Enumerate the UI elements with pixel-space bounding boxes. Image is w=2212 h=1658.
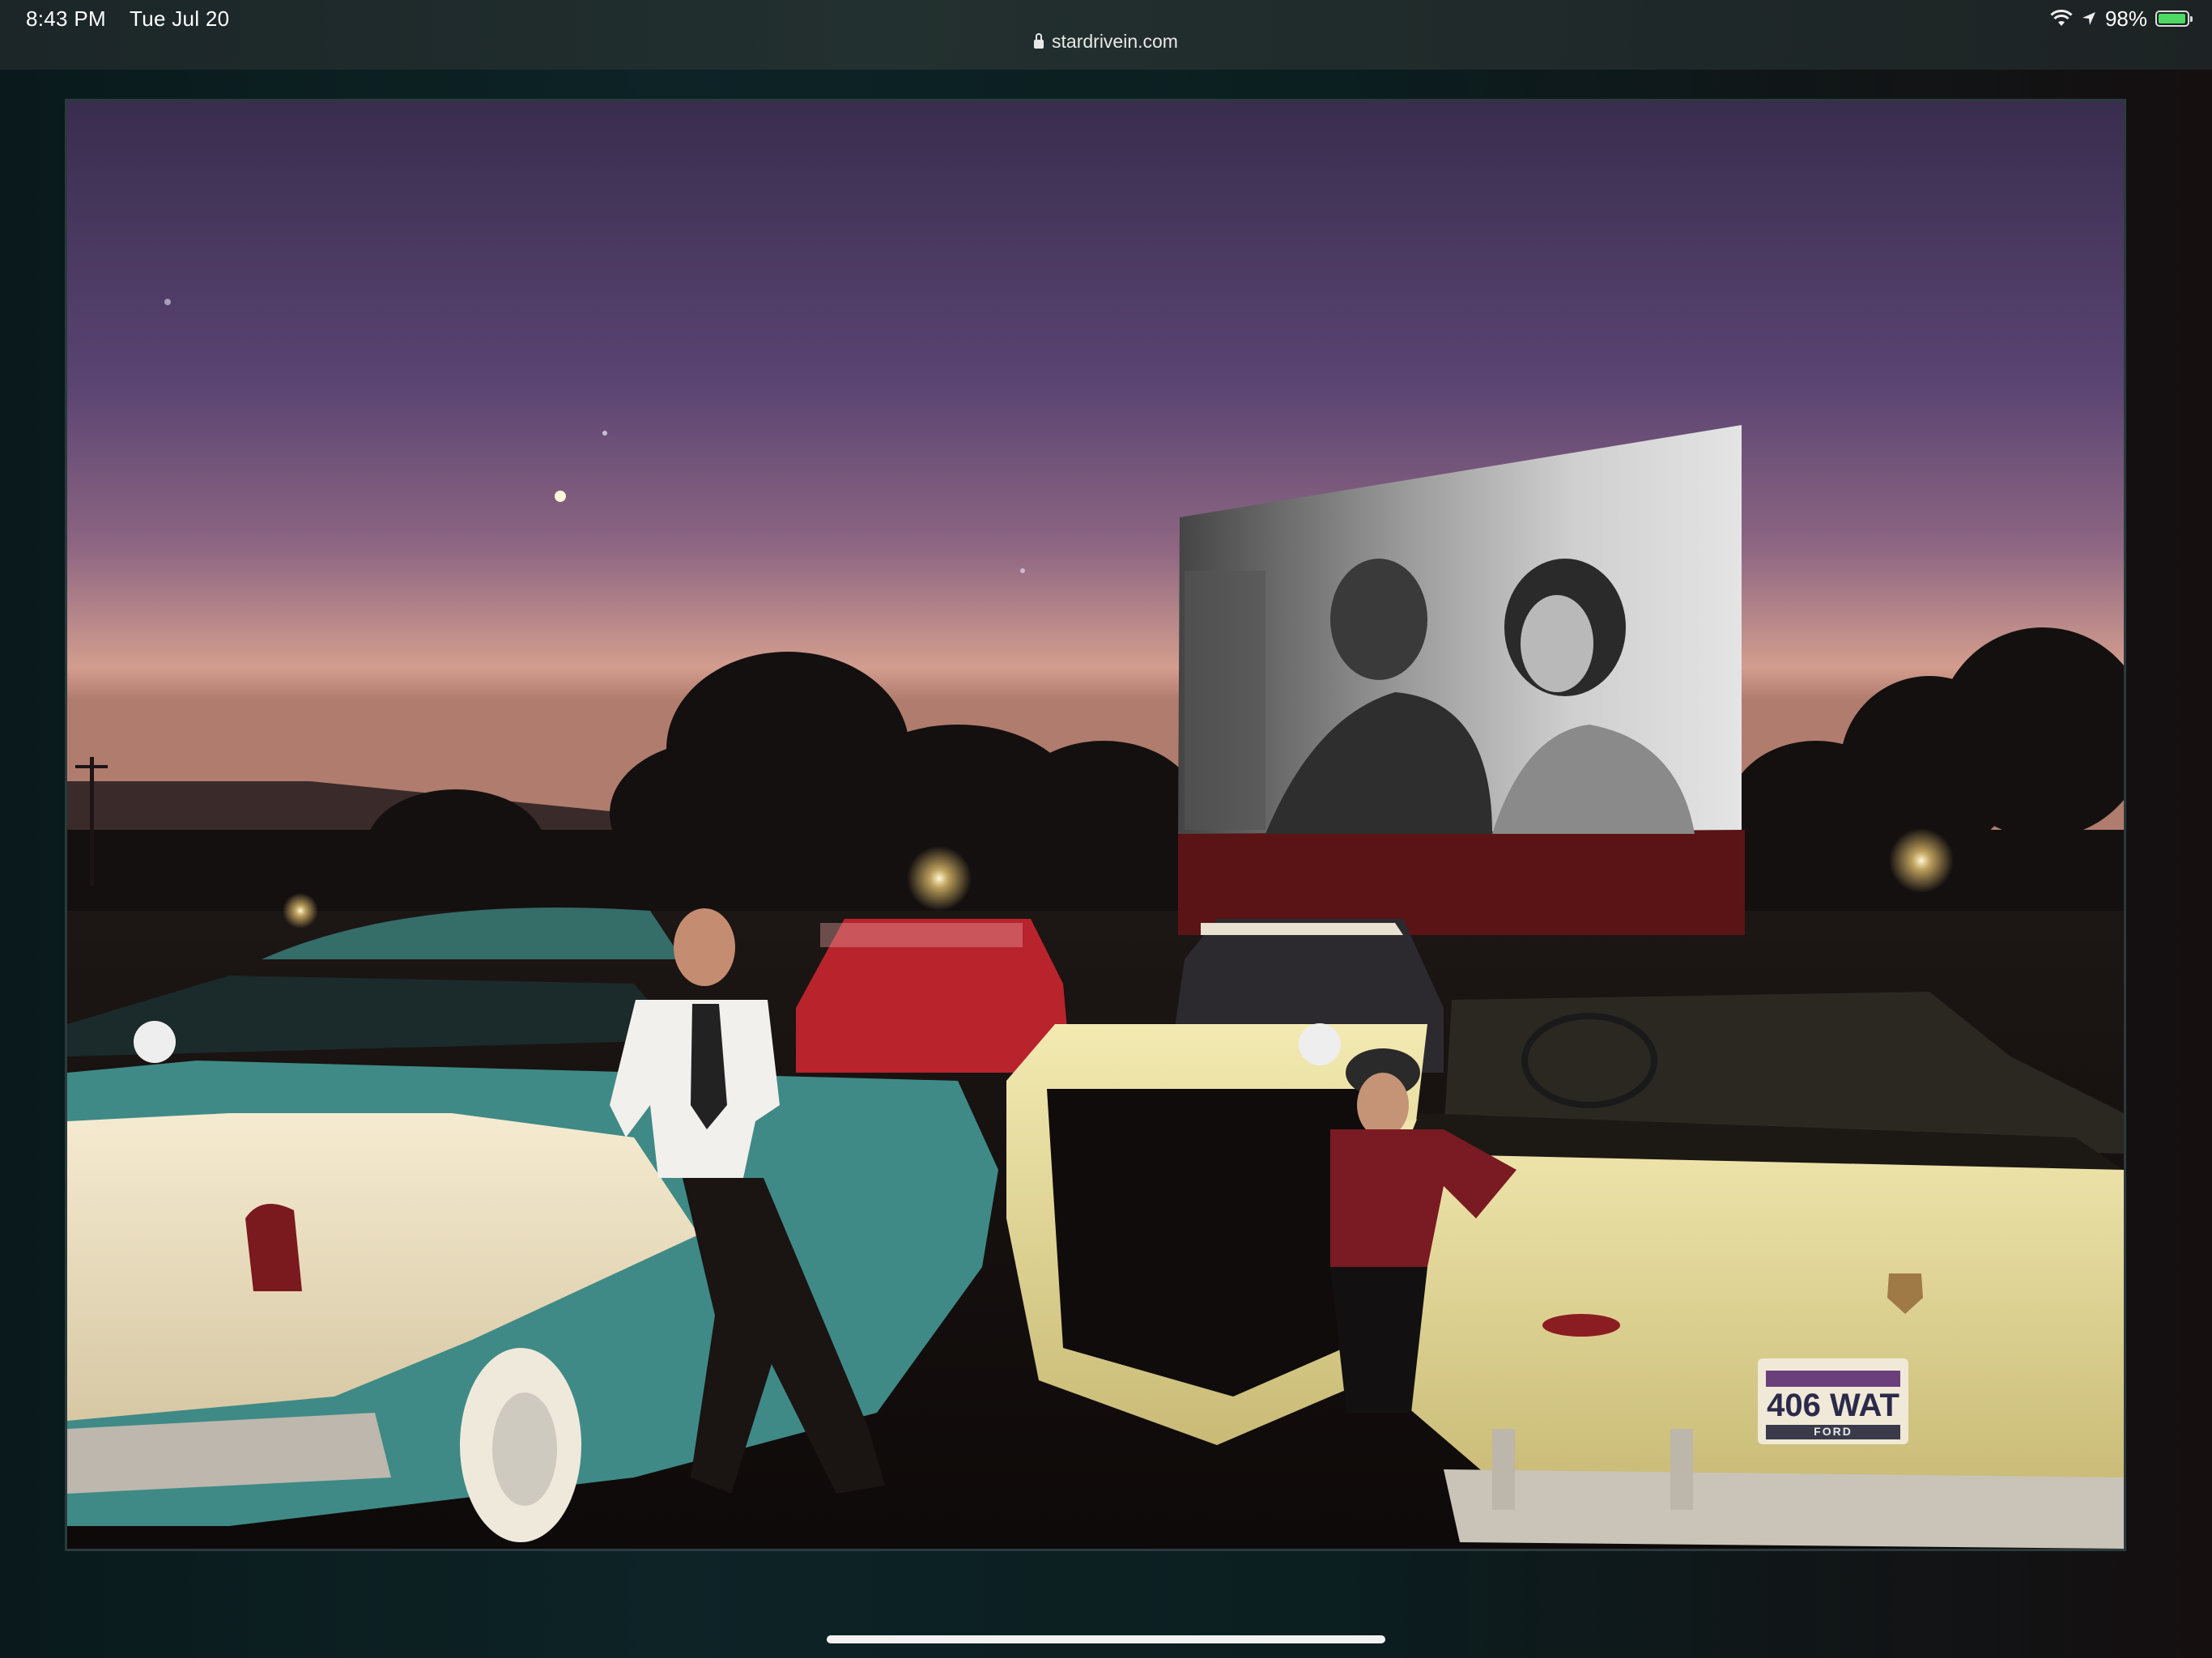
wifi-icon: [2050, 10, 2073, 26]
time-date: 8:43 PM Tue Jul 20: [26, 6, 247, 32]
status-icons: 98%: [2050, 5, 2193, 32]
url-text[interactable]: stardrivein.com: [1052, 31, 1178, 52]
lock-icon: [1034, 33, 1044, 49]
location-icon: [2082, 12, 2095, 25]
home-indicator[interactable]: [827, 1635, 1385, 1643]
battery-fill: [2159, 14, 2186, 23]
status-date: Tue Jul 20: [130, 6, 230, 31]
photo-scene: [67, 101, 2124, 1549]
status-bar: 8:43 PM Tue Jul 20 stardrivein.com 98%: [0, 0, 2212, 70]
address-bar[interactable]: stardrivein.com: [0, 31, 2212, 53]
license-plate-number: 406 WAT: [1767, 1388, 1899, 1423]
battery-percent: 98%: [2104, 6, 2147, 31]
status-time: 8:43 PM: [26, 6, 106, 31]
license-plate-brand: FORD: [1814, 1425, 1853, 1438]
drive-in-photo[interactable]: 406 WAT FORD: [65, 99, 2126, 1551]
battery-charging-icon: [2155, 11, 2193, 27]
